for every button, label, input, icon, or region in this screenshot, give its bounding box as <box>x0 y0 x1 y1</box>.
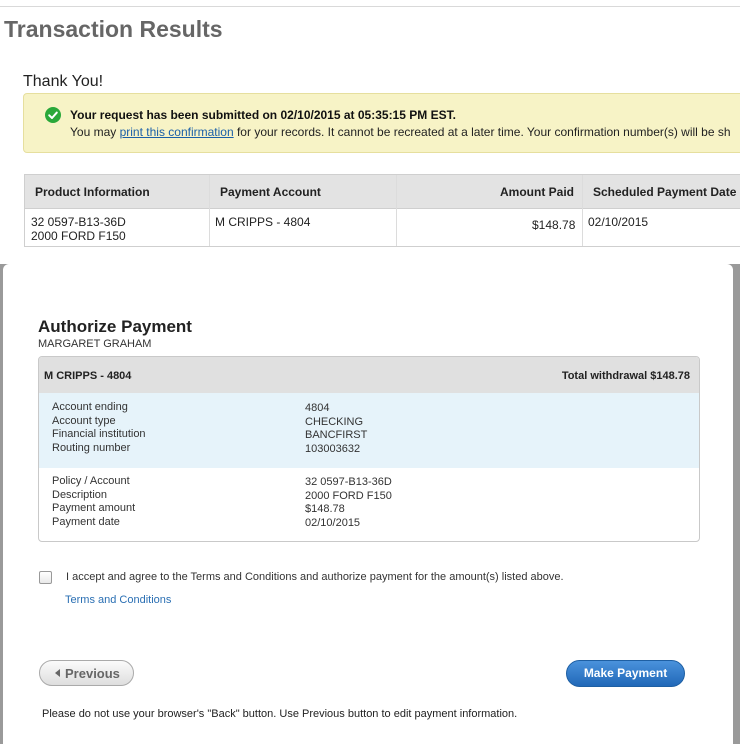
check-circle-icon <box>45 107 61 123</box>
payment-date-value: 02/10/2015 <box>588 215 649 229</box>
account-name: M CRIPPS - 4804 <box>44 370 132 382</box>
back-button-warning: Please do not use your browser's "Back" … <box>42 708 518 720</box>
col-amount-paid: Amount Paid <box>500 185 574 199</box>
submission-message: Your request has been submitted on 02/10… <box>70 108 456 122</box>
chevron-left-icon <box>55 669 60 677</box>
product-id: 32 0597-B13-36D <box>31 215 126 229</box>
payment-amount-value: $148.78 <box>305 503 345 515</box>
amount-paid-value: $148.78 <box>532 218 576 232</box>
payment-date-value: 02/10/2015 <box>305 516 361 529</box>
account-summary-header: M CRIPPS - 4804 Total withdrawal $148.78 <box>39 357 699 394</box>
thank-you-text: Thank You! <box>23 73 104 90</box>
modal-title: Authorize Payment <box>38 317 192 336</box>
policy-account-label: Policy / Account <box>52 475 130 487</box>
print-prefix: You may <box>70 125 120 139</box>
previous-button[interactable]: Previous <box>39 660 134 686</box>
col-payment-account: Payment Account <box>220 185 321 199</box>
col-scheduled-payment-date: Scheduled Payment Date <box>593 185 737 199</box>
terms-and-conditions-link[interactable]: Terms and Conditions <box>65 594 171 606</box>
total-withdrawal: Total withdrawal $148.78 <box>561 370 690 382</box>
routing-number-value: 103003632 <box>305 442 361 455</box>
terms-checkbox[interactable] <box>39 571 52 584</box>
payment-account-value: M CRIPPS - 4804 <box>215 215 311 229</box>
financial-institution-value: BANCFIRST <box>305 429 368 441</box>
terms-agreement-text: I accept and agree to the Terms and Cond… <box>66 571 564 583</box>
payment-date-label: Payment date <box>52 515 120 528</box>
account-type-value: CHECKING <box>305 415 364 428</box>
description-value: 2000 FORD F150 <box>305 489 392 502</box>
make-payment-button[interactable]: Make Payment <box>566 660 685 687</box>
print-confirmation-link[interactable]: print this confirmation <box>120 125 234 139</box>
account-ending-value: 4804 <box>305 402 330 414</box>
payer-name: MARGARET GRAHAM <box>38 338 152 350</box>
print-instruction: You may print this confirmation for your… <box>70 125 731 139</box>
description-label: Description <box>52 488 108 501</box>
column-divider <box>582 175 583 246</box>
policy-account-value: 32 0597-B13-36D <box>305 476 392 488</box>
authorize-payment-modal: Authorize Payment MARGARET GRAHAM M CRIP… <box>3 264 733 754</box>
routing-number-label: Routing number <box>52 441 131 454</box>
account-ending-label: Account ending <box>52 401 128 413</box>
financial-institution-label: Financial institution <box>52 428 146 440</box>
bank-details-section: Account ending Account type Financial in… <box>39 393 699 468</box>
top-divider <box>0 6 740 7</box>
column-divider <box>209 175 210 246</box>
previous-button-label: Previous <box>65 666 120 681</box>
transaction-results-table: Product Information Payment Account Amou… <box>24 174 740 247</box>
account-summary-panel: M CRIPPS - 4804 Total withdrawal $148.78… <box>38 356 700 542</box>
print-suffix: for your records. It cannot be recreated… <box>233 125 731 139</box>
account-type-label: Account type <box>52 414 116 427</box>
payment-amount-label: Payment amount <box>52 502 136 514</box>
confirmation-notice: Your request has been submitted on 02/10… <box>23 93 740 153</box>
column-divider <box>396 175 397 246</box>
page-title: Transaction Results <box>4 16 223 42</box>
product-description: 2000 FORD F150 <box>31 229 126 243</box>
col-product-information: Product Information <box>35 185 150 199</box>
